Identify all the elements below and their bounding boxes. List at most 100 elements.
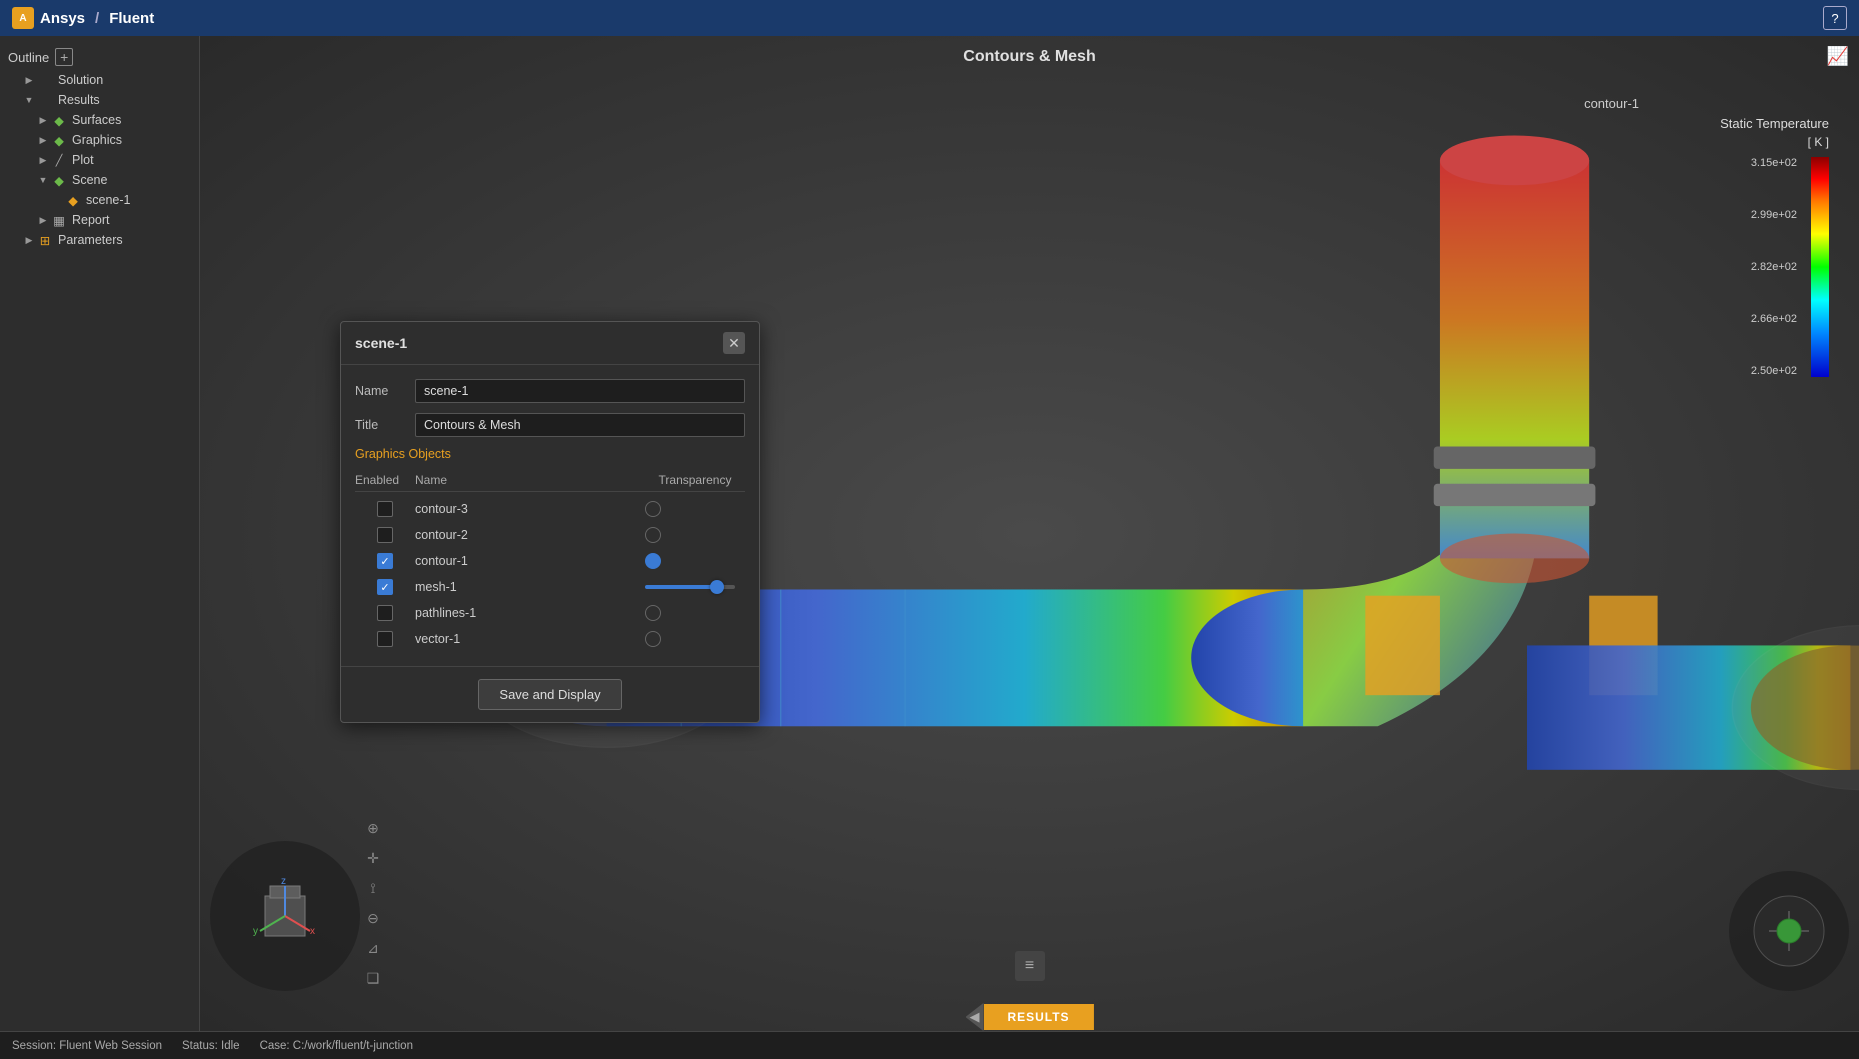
trans-circle-contour1[interactable]	[645, 553, 661, 569]
enabled-cell-vector1	[355, 631, 415, 647]
graphics-row-pathlines1: pathlines-1	[355, 600, 745, 626]
scene-dialog: scene-1 ✕ Name Title Graphics Objects En…	[340, 321, 760, 723]
title-input[interactable]	[415, 413, 745, 437]
arrow-icon: ▶	[36, 135, 50, 146]
col-trans-header: Transparency	[645, 473, 745, 487]
sidebar-label: Report	[72, 213, 110, 227]
sidebar-item-parameters[interactable]: ▶ ⊞ Parameters	[0, 230, 199, 250]
sidebar: Outline + ▶ Solution ▼ Results ▶ ◆ Surfa…	[0, 36, 200, 1031]
session-status: Session: Fluent Web Session	[12, 1040, 162, 1052]
svg-text:z: z	[281, 876, 286, 887]
checkbox-contour2[interactable]	[377, 527, 393, 543]
colorbar-labels: 3.15e+02 2.99e+02 2.82e+02 2.66e+02 2.50…	[1751, 157, 1797, 377]
results-arrow[interactable]: ◀	[965, 1003, 983, 1031]
trans-slider-mesh1[interactable]	[645, 579, 735, 595]
checkbox-contour1[interactable]	[377, 553, 393, 569]
trans-cell-contour3	[645, 501, 745, 517]
save-display-button[interactable]: Save and Display	[478, 679, 621, 710]
checkbox-vector1[interactable]	[377, 631, 393, 647]
name-cell-vector1: vector-1	[415, 632, 645, 646]
title-label: Title	[355, 418, 415, 432]
colorbar-val-3: 2.66e+02	[1751, 313, 1797, 325]
parameters-icon: ⊞	[36, 233, 54, 247]
graphics-row-contour3: contour-3	[355, 496, 745, 522]
enabled-cell-contour1	[355, 553, 415, 569]
results-label[interactable]: RESULTS	[983, 1004, 1093, 1030]
dialog-title: scene-1	[355, 335, 407, 351]
app-name: Fluent	[109, 10, 154, 27]
name-cell-contour2: contour-2	[415, 528, 645, 542]
trans-circle-pathlines1[interactable]	[645, 605, 661, 621]
sidebar-item-graphics[interactable]: ▶ ◆ Graphics	[0, 130, 199, 150]
statusbar: Session: Fluent Web Session Status: Idle…	[0, 1031, 1859, 1059]
filter-icon[interactable]: ⊿	[360, 935, 386, 961]
sidebar-item-scene1[interactable]: ◆ scene-1	[0, 190, 199, 210]
svg-text:y: y	[253, 926, 258, 937]
trans-cell-mesh1	[645, 579, 745, 595]
sidebar-label: Parameters	[58, 233, 123, 247]
title-row: Title	[355, 413, 745, 437]
scene-icon: ◆	[50, 173, 68, 187]
svg-text:x: x	[310, 926, 315, 937]
sidebar-item-report[interactable]: ▶ ▦ Report	[0, 210, 199, 230]
zoom-icon[interactable]: ⊖	[360, 905, 386, 931]
checkbox-contour3[interactable]	[377, 501, 393, 517]
scene1-icon: ◆	[64, 193, 82, 207]
enabled-cell-contour2	[355, 527, 415, 543]
add-button[interactable]: +	[55, 48, 73, 66]
viewport: Contours & Mesh	[200, 36, 1859, 1031]
graphics-row-vector1: vector-1	[355, 626, 745, 652]
chart-icon[interactable]: 📈	[1827, 46, 1849, 67]
sidebar-header: Outline +	[0, 44, 199, 70]
copy-icon[interactable]: ❑	[360, 965, 386, 991]
graphics-row-contour1: contour-1	[355, 548, 745, 574]
sidebar-item-solution[interactable]: ▶ Solution	[0, 70, 199, 90]
outline-label: Outline	[8, 50, 49, 65]
sidebar-label: Plot	[72, 153, 94, 167]
colorbar-row: 3.15e+02 2.99e+02 2.82e+02 2.66e+02 2.50…	[1751, 157, 1829, 377]
help-button[interactable]: ?	[1823, 6, 1847, 30]
main-layout: Outline + ▶ Solution ▼ Results ▶ ◆ Surfa…	[0, 36, 1859, 1031]
name-input[interactable]	[415, 379, 745, 403]
trans-cell-contour2	[645, 527, 745, 543]
colorbar-gradient	[1811, 157, 1829, 377]
enabled-cell-mesh1	[355, 579, 415, 595]
trans-circle-contour3[interactable]	[645, 501, 661, 517]
name-label: Name	[355, 384, 415, 398]
trans-cell-contour1	[645, 553, 745, 569]
move-icon[interactable]: ✛	[360, 845, 386, 871]
sidebar-label: Surfaces	[72, 113, 121, 127]
checkbox-pathlines1[interactable]	[377, 605, 393, 621]
sidebar-label: Graphics	[72, 133, 122, 147]
dialog-close-button[interactable]: ✕	[723, 332, 745, 354]
name-cell-pathlines1: pathlines-1	[415, 606, 645, 620]
checkbox-mesh1[interactable]	[377, 579, 393, 595]
colorbar-field: Static Temperature	[1720, 116, 1829, 131]
results-tab: ◀ RESULTS	[965, 1003, 1093, 1031]
axis-icon[interactable]: ⟟	[360, 875, 386, 901]
app-logo: A Ansys / Fluent	[12, 7, 154, 29]
view-tools	[1749, 891, 1829, 971]
nav-widget-right	[1729, 871, 1849, 991]
sidebar-item-plot[interactable]: ▶ ╱ Plot	[0, 150, 199, 170]
trans-circle-vector1[interactable]	[645, 631, 661, 647]
globe-icon[interactable]: ⊕	[360, 815, 386, 841]
menu-icon[interactable]: ≡	[1015, 951, 1045, 981]
sidebar-label: Scene	[72, 173, 107, 187]
colorbar: Static Temperature [ K ] 3.15e+02 2.99e+…	[1720, 116, 1829, 377]
sidebar-label: Solution	[58, 73, 103, 87]
sidebar-item-surfaces[interactable]: ▶ ◆ Surfaces	[0, 110, 199, 130]
results-icon	[36, 93, 54, 107]
dialog-footer: Save and Display	[341, 666, 759, 722]
sidebar-item-scene[interactable]: ▼ ◆ Scene	[0, 170, 199, 190]
table-header: Enabled Name Transparency	[355, 469, 745, 492]
name-row: Name	[355, 379, 745, 403]
arrow-icon: ▶	[36, 215, 50, 226]
name-cell-contour3: contour-3	[415, 502, 645, 516]
sidebar-item-results[interactable]: ▼ Results	[0, 90, 199, 110]
axis-gizmo: x y z	[235, 866, 335, 966]
trans-circle-contour2[interactable]	[645, 527, 661, 543]
case-status: Case: C:/work/fluent/t-junction	[260, 1040, 413, 1052]
name-cell-contour1: contour-1	[415, 554, 645, 568]
arrow-icon: ▼	[22, 95, 36, 105]
